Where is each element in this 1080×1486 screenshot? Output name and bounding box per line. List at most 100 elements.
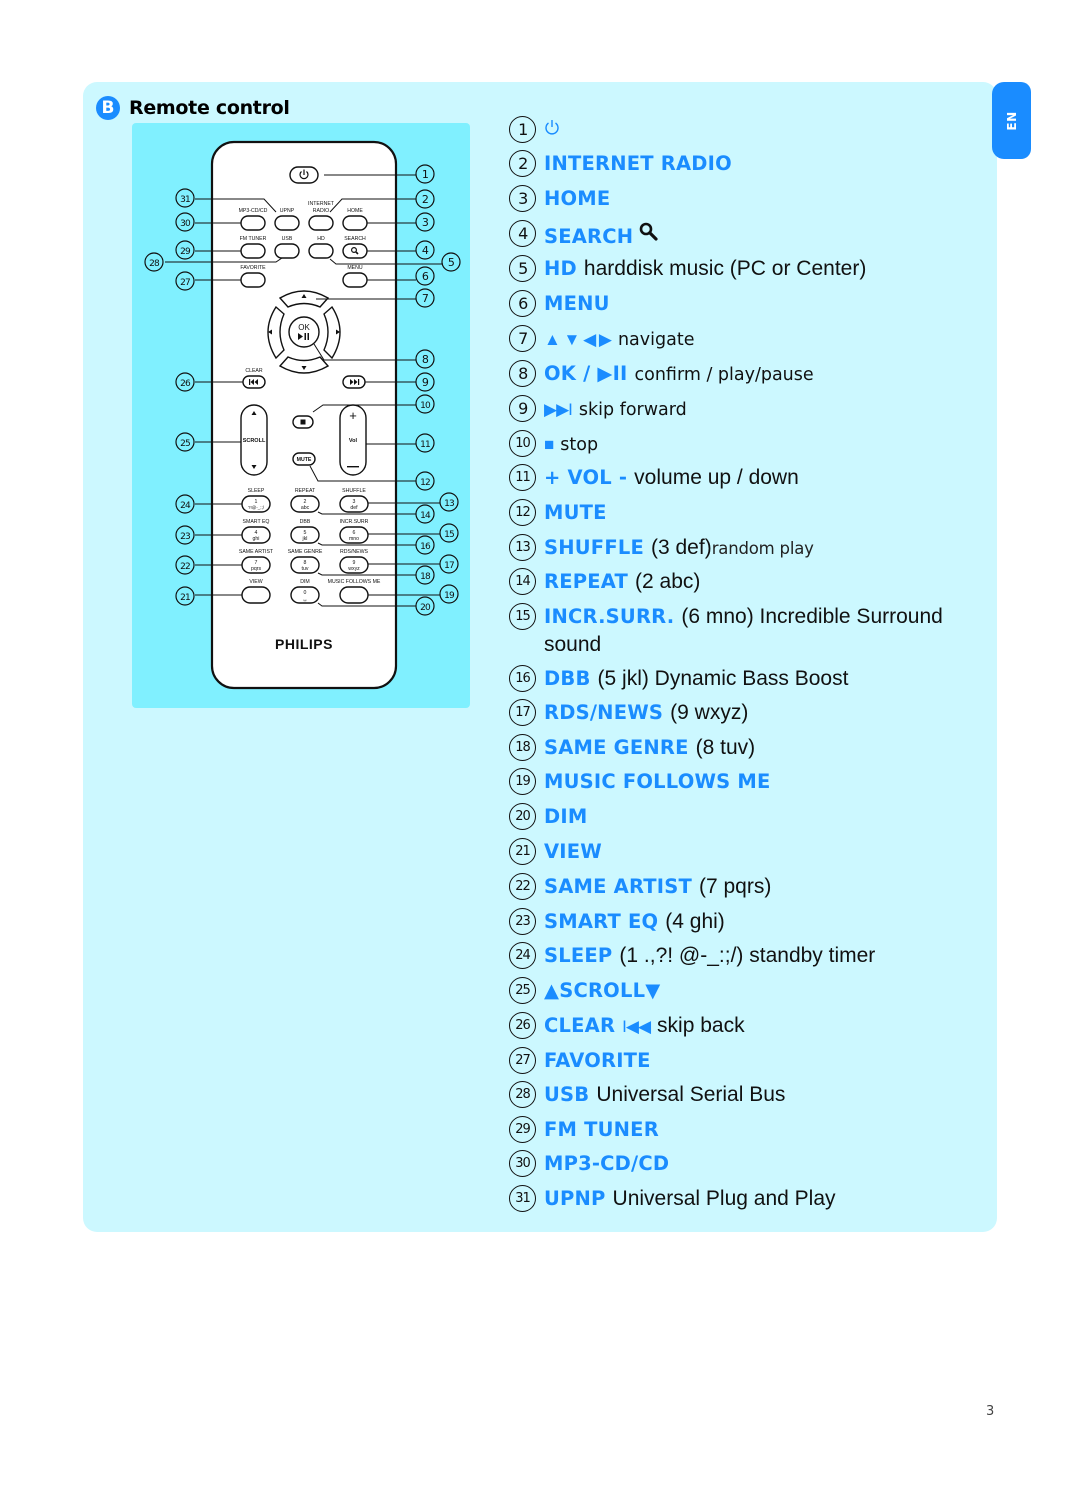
callout-number: 5 bbox=[448, 256, 455, 269]
callout-number: 12 bbox=[420, 478, 430, 488]
power-icon bbox=[544, 117, 560, 143]
remote-label-smarteq: SMART EQ bbox=[243, 519, 270, 525]
remote-fmtuner-button[interactable] bbox=[240, 243, 266, 259]
legend-item: 20 DIM bbox=[509, 803, 594, 830]
legend-description: (9 wxyz) bbox=[670, 701, 749, 724]
callout-number: 28 bbox=[149, 259, 160, 269]
legend-item: 30 MP3-CD/CD bbox=[509, 1150, 676, 1177]
legend-item-body: MENU bbox=[544, 291, 617, 317]
legend-item-body: HOME bbox=[544, 186, 617, 212]
legend-description: (2 abc) bbox=[635, 570, 701, 593]
stop-icon bbox=[300, 419, 306, 425]
remote-label-usb: USB bbox=[282, 236, 293, 242]
legend-description: (7 pqrs) bbox=[698, 875, 772, 898]
callout-number-badge: 20 bbox=[509, 803, 536, 830]
legend-item-body: SEARCH bbox=[544, 221, 660, 250]
legend-item: 18 SAME GENRE (8 tuv) bbox=[509, 734, 755, 761]
legend-item-body: + VOL - volume up / down bbox=[544, 465, 799, 491]
legend-item: 9 ▶▶I skip forward bbox=[509, 395, 687, 423]
legend-description: stop bbox=[560, 435, 599, 455]
remote-label-musicfollows: MUSIC FOLLOWS ME bbox=[328, 579, 381, 585]
legend-item-body: SHUFFLE (3 def)random play bbox=[544, 535, 814, 562]
search-icon bbox=[638, 222, 660, 248]
page-number: 3 bbox=[986, 1404, 995, 1419]
remote-label-home: HOME bbox=[347, 208, 363, 214]
legend-item: 3 HOME bbox=[509, 185, 617, 212]
key-letters: mno bbox=[349, 536, 359, 542]
remote-mp3cd-button[interactable] bbox=[240, 215, 266, 231]
remote-usb-button[interactable] bbox=[274, 243, 300, 259]
remote-hd-button[interactable] bbox=[308, 243, 334, 259]
callout-number: 16 bbox=[420, 542, 431, 552]
remote-search-button[interactable] bbox=[342, 243, 368, 259]
key-letters: ?!@-_:;/ bbox=[248, 505, 265, 510]
callout-number-badge: 24 bbox=[509, 942, 536, 969]
callout-number: 3 bbox=[422, 216, 429, 229]
callout-number-badge: 12 bbox=[509, 499, 536, 526]
legend-item-body: HD harddisk music (PC or Center) bbox=[544, 256, 866, 282]
remote-label-menu: MENU bbox=[347, 265, 363, 271]
remote-label-mp3cd: MP3-CD/CD bbox=[239, 208, 268, 214]
legend-symbol-icon: ▲ ▼ ◀ ▶ bbox=[544, 330, 612, 349]
callout-number-badge: 11 bbox=[509, 464, 536, 491]
remote-view-button[interactable] bbox=[241, 586, 271, 604]
remote-label-repeat: REPEAT bbox=[295, 488, 316, 494]
vol-minus-icon bbox=[347, 466, 359, 468]
callout-number-badge: 17 bbox=[509, 699, 536, 726]
legend-description: skip forward bbox=[578, 400, 687, 420]
legend-item: 31 UPNP Universal Plug and Play bbox=[509, 1185, 836, 1212]
legend-item: 10 ■ stop bbox=[509, 430, 598, 458]
legend-keyword: ▲SCROLL▼ bbox=[544, 979, 661, 1002]
callout-number: 26 bbox=[180, 379, 191, 389]
remote-upnp-button[interactable] bbox=[274, 215, 300, 231]
legend-item: 6 MENU bbox=[509, 290, 617, 317]
remote-label-mute: MUTE bbox=[297, 457, 312, 463]
legend-item-body: REPEAT (2 abc) bbox=[544, 569, 700, 595]
legend-item-body: SLEEP (1 .,?! @-_:;/) standby timer bbox=[544, 943, 875, 969]
callout-number-badge: 8 bbox=[509, 360, 536, 387]
legend-item: 12 MUTE bbox=[509, 499, 614, 526]
remote-menu-button[interactable] bbox=[342, 272, 368, 288]
remote-favorite-button[interactable] bbox=[240, 272, 266, 288]
legend-keyword: OK / ▶II bbox=[544, 362, 628, 385]
legend-item: 21 VIEW bbox=[509, 838, 609, 865]
remote-label-dim: DIM bbox=[300, 579, 310, 585]
legend-symbol-icon: ▶▶I bbox=[544, 400, 573, 419]
callout-number: 25 bbox=[180, 439, 190, 449]
remote-label-radio: RADIO bbox=[313, 208, 329, 214]
legend-item-body: ■ stop bbox=[544, 431, 598, 458]
callout-number: 6 bbox=[422, 270, 429, 283]
key-letters: tuv bbox=[302, 566, 309, 572]
legend-item: 28 USB Universal Serial Bus bbox=[509, 1081, 786, 1108]
legend-item-body: SMART EQ (4 ghi) bbox=[544, 909, 725, 935]
legend-description: harddisk music (PC or Center) bbox=[583, 257, 867, 280]
legend-keyword: SAME ARTIST bbox=[544, 875, 692, 898]
remote-ok-button[interactable] bbox=[288, 316, 320, 348]
legend-item: 2 INTERNET RADIO bbox=[509, 150, 739, 177]
remote-music-follows-me-button[interactable] bbox=[339, 586, 369, 604]
legend-keyword: DIM bbox=[544, 805, 588, 828]
legend-keyword: CLEAR bbox=[544, 1014, 616, 1037]
remote-internet-radio-button[interactable] bbox=[308, 215, 334, 231]
callout-number: 13 bbox=[444, 499, 454, 509]
remote-label-clear: CLEAR bbox=[245, 368, 263, 374]
legend-keyword: DBB bbox=[544, 667, 591, 690]
legend-description: (3 def) bbox=[651, 536, 712, 559]
legend-item: 14 REPEAT (2 abc) bbox=[509, 568, 700, 595]
key-letters: abc bbox=[301, 505, 310, 511]
callout-number-badge: 31 bbox=[509, 1185, 536, 1212]
remote-label-vol: Vol bbox=[349, 438, 358, 444]
callout-number: 19 bbox=[444, 591, 455, 601]
remote-label-shuffle: SHUFFLE bbox=[342, 488, 366, 494]
callout-number: 7 bbox=[422, 292, 429, 305]
callout-number: 14 bbox=[420, 511, 431, 521]
remote-label-sleep: SLEEP bbox=[248, 488, 265, 494]
legend-symbol-icon: I◀◀ bbox=[622, 1017, 651, 1036]
remote-home-button[interactable] bbox=[342, 215, 368, 231]
legend-item: 4 SEARCH bbox=[509, 220, 660, 250]
legend-description: Universal Serial Bus bbox=[596, 1083, 786, 1106]
remote-label-favorite: FAVORITE bbox=[240, 265, 266, 271]
key-letters: wxyz bbox=[348, 566, 360, 572]
legend-keyword: SHUFFLE bbox=[544, 536, 644, 559]
callout-number-badge: 14 bbox=[509, 568, 536, 595]
